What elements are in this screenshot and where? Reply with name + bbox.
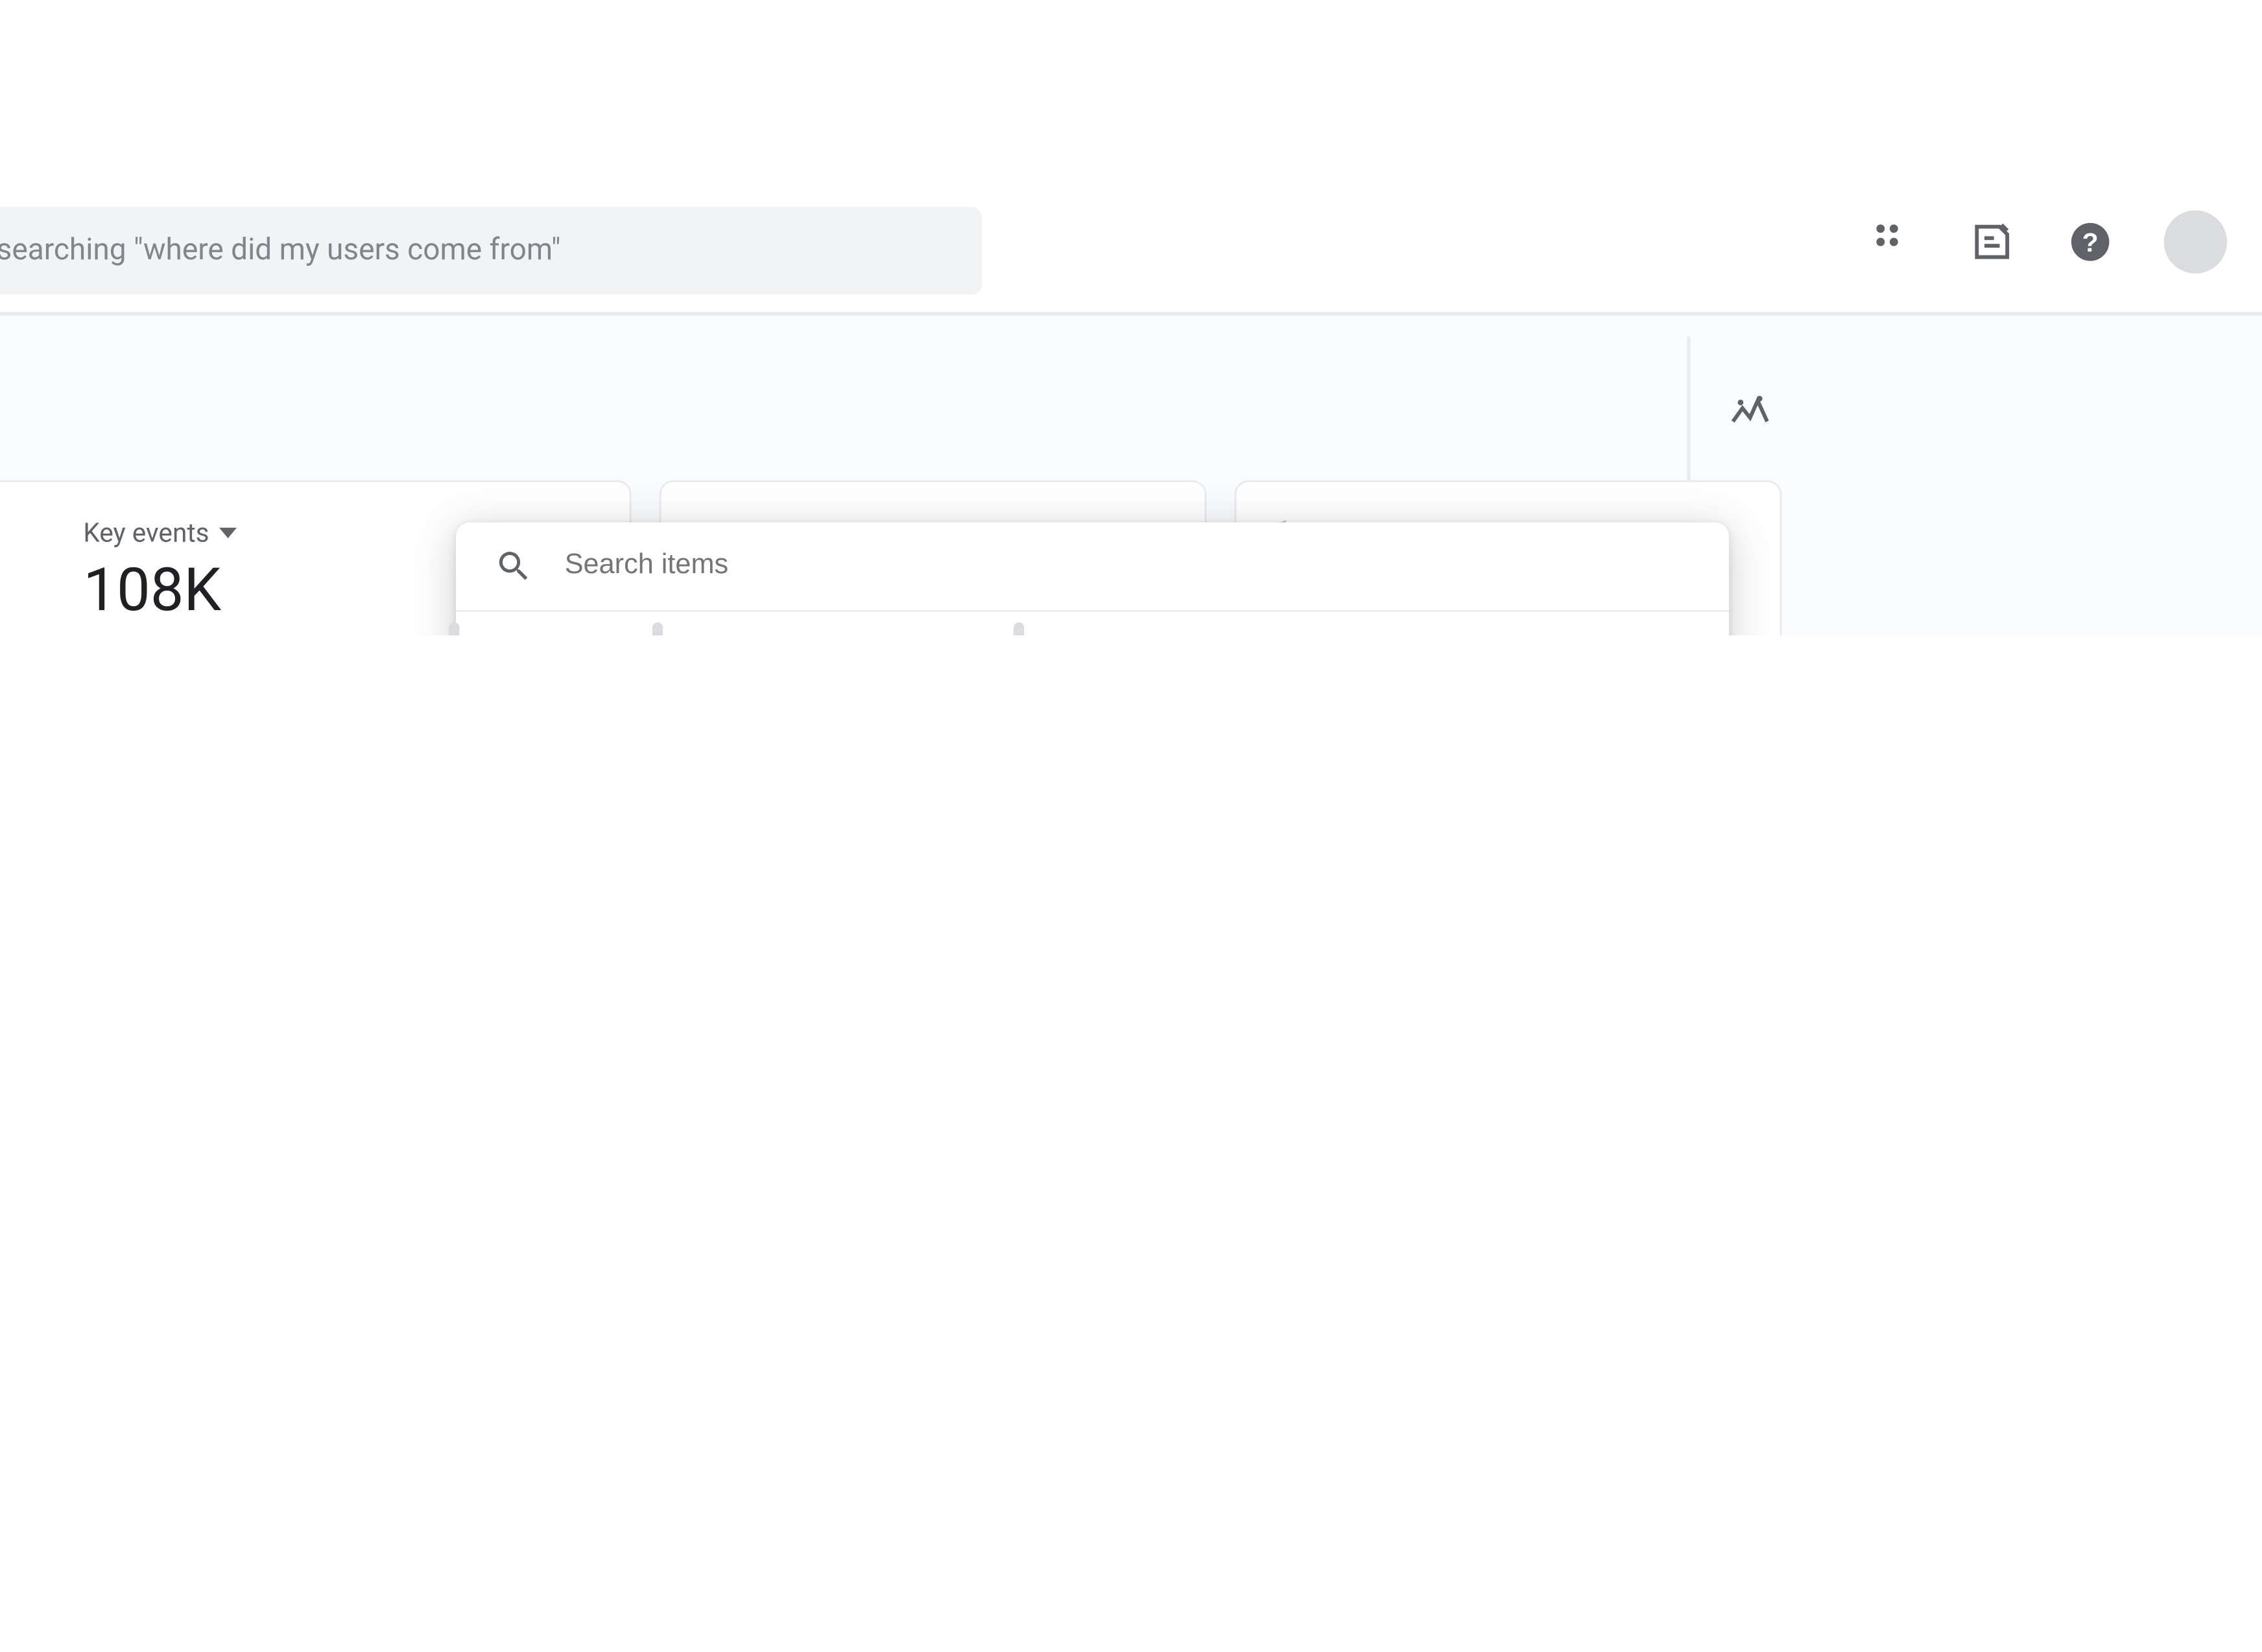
metric-label: Key events	[83, 517, 209, 549]
header-icon-row: ?	[1869, 210, 2227, 273]
global-search[interactable]: searching "where did my users come from"	[0, 207, 982, 294]
search-icon	[495, 547, 533, 585]
svg-text:?: ?	[2082, 228, 2099, 257]
apps-icon[interactable]	[1869, 217, 1918, 266]
avatar[interactable]	[2164, 210, 2227, 273]
filter-search-input[interactable]	[561, 549, 1690, 584]
help-icon[interactable]: ?	[2066, 217, 2115, 266]
announce-icon[interactable]	[1968, 217, 2017, 266]
global-search-text: searching "where did my users come from"	[0, 233, 561, 268]
chevron-down-icon	[220, 528, 237, 538]
filter-search-row	[456, 523, 1729, 612]
app-header: searching "where did my users come from"…	[0, 0, 2262, 316]
metric-value: 108K	[83, 556, 237, 626]
